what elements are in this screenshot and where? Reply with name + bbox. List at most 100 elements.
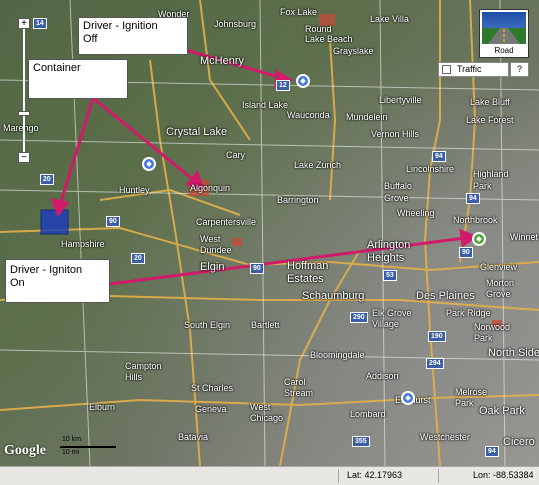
zoom-slider-thumb[interactable] [18, 111, 30, 116]
highway-shield: 90 [459, 247, 473, 258]
place-label: Schaumburg [302, 290, 365, 302]
highway-shield: 294 [426, 358, 444, 369]
place-label: Norwood Park [474, 322, 511, 343]
place-label: South Elgin [184, 320, 231, 330]
highway-shield: 94 [432, 151, 446, 162]
map-window: Wonder Johnsburg Fox Lake Lake Villa Rou… [0, 0, 539, 485]
zoom-slider-track[interactable] [23, 28, 25, 160]
place-label: Elburn [89, 402, 116, 412]
highway-shield: 53 [383, 270, 397, 281]
place-label: Buffalo Grove [384, 181, 412, 203]
highway-shield: 12 [276, 80, 290, 91]
place-label: Wheeling [397, 208, 435, 218]
place-label: Carol Stream [284, 377, 314, 398]
place-label: North Side [488, 347, 539, 359]
place-label: Bloomingdale [310, 350, 365, 360]
highway-shield: 94 [466, 193, 480, 204]
highway-shield: 290 [350, 312, 368, 323]
road-map-button[interactable]: Road [479, 9, 529, 58]
place-label: Algonquin [190, 183, 231, 193]
place-label: Cicero [503, 436, 535, 448]
place-label: Huntley [119, 185, 150, 195]
longitude-readout: Lon: -88.53384 [473, 470, 534, 480]
place-label: Cary [226, 150, 246, 160]
traffic-label: Traffic [457, 64, 482, 74]
place-label: Lake Zurich [294, 160, 342, 170]
status-separator [338, 469, 339, 483]
map-canvas[interactable]: Wonder Johnsburg Fox Lake Lake Villa Rou… [0, 0, 539, 466]
scale-line [60, 446, 116, 448]
google-logo[interactable]: Google [4, 443, 46, 459]
latitude-readout: Lat: 42.17963 [347, 470, 403, 480]
place-label: McHenry [200, 55, 245, 67]
place-label: St Charles [191, 383, 234, 393]
road-label: Road [494, 46, 514, 55]
place-label: Island Lake [242, 100, 289, 110]
place-label: Wauconda [287, 110, 330, 120]
place-label: Libertyville [379, 95, 422, 105]
highway-shield: 14 [33, 18, 47, 29]
zoom-control[interactable]: + − [18, 18, 30, 163]
place-label: Lake Forest [466, 115, 514, 125]
highway-shield: 94 [485, 446, 499, 457]
road-icon [482, 12, 526, 44]
place-label: Westchester [420, 432, 470, 442]
place-label: Park Ridge [446, 308, 491, 318]
place-label: Hoffman Estates [287, 260, 329, 285]
place-label: Johnsburg [214, 19, 257, 29]
place-label: West Dundee [200, 234, 232, 255]
zoom-out-button[interactable]: − [18, 152, 30, 163]
vehicle-marker[interactable] [142, 157, 156, 171]
status-separator [438, 469, 439, 483]
place-label: Arlington Heights [367, 239, 411, 264]
place-label: Campton Hills [125, 361, 162, 382]
vehicle-marker[interactable] [401, 391, 415, 405]
place-label: Des Plaines [416, 290, 475, 302]
place-label: Lake Villa [370, 14, 409, 24]
place-label: Lake Bluff [470, 97, 510, 107]
place-label: Lincolnshire [406, 164, 455, 174]
help-button[interactable]: ? [510, 62, 529, 77]
place-label: Highland Park [473, 169, 509, 191]
place-label: Fox Lake [280, 7, 318, 17]
highway-shield: 90 [106, 216, 120, 227]
zoom-in-button[interactable]: + [18, 18, 30, 29]
place-label: Mundelein [346, 112, 388, 122]
place-label: Elk Grove Village [372, 308, 412, 329]
callout-container: Container [28, 59, 128, 99]
highway-shield: 20 [131, 253, 145, 264]
place-label: Grayslake [333, 46, 374, 56]
traffic-toggle[interactable]: Traffic [438, 62, 509, 77]
place-label: Morton Grove [486, 278, 515, 299]
place-label: Lombard [350, 409, 386, 419]
scale-km-label: 10 km [62, 436, 82, 443]
place-label: Oak Park [479, 405, 525, 417]
place-label: Barrington [277, 195, 319, 205]
place-label: Glenview [480, 262, 518, 272]
place-label: Vernon Hills [371, 129, 420, 139]
place-label: Carpentersville [196, 217, 257, 227]
callout-ignition-on: Driver - Igniton On [5, 259, 110, 303]
place-label: Crystal Lake [166, 126, 228, 138]
status-bar: Lat: 42.17963 Lon: -88.53384 [0, 466, 539, 485]
highway-shield: 90 [250, 263, 264, 274]
place-label: Northbrook [453, 215, 498, 225]
driver-ignition-off-marker[interactable] [296, 74, 310, 88]
place-label: Batavia [178, 432, 209, 442]
highway-shield: 355 [352, 436, 370, 447]
place-label: West Chicago [250, 402, 284, 423]
place-label: Round Lake Beach [305, 24, 353, 44]
highway-shield: 20 [40, 174, 54, 185]
driver-ignition-on-marker[interactable] [472, 232, 486, 246]
place-label: Addison [366, 371, 399, 381]
scale-mi-label: 10 mi [62, 449, 80, 456]
traffic-checkbox[interactable] [442, 65, 451, 74]
place-label: Geneva [195, 404, 227, 414]
place-label: Bartlett [251, 320, 280, 330]
callout-ignition-off: Driver - Ignition Off [78, 17, 188, 55]
container-zone[interactable] [40, 209, 69, 235]
place-label: Elgin [200, 261, 225, 273]
place-label: Hampshire [61, 239, 105, 249]
place-label: Winnet [510, 232, 539, 242]
scale-bar: 10 km 10 mi [60, 436, 120, 458]
